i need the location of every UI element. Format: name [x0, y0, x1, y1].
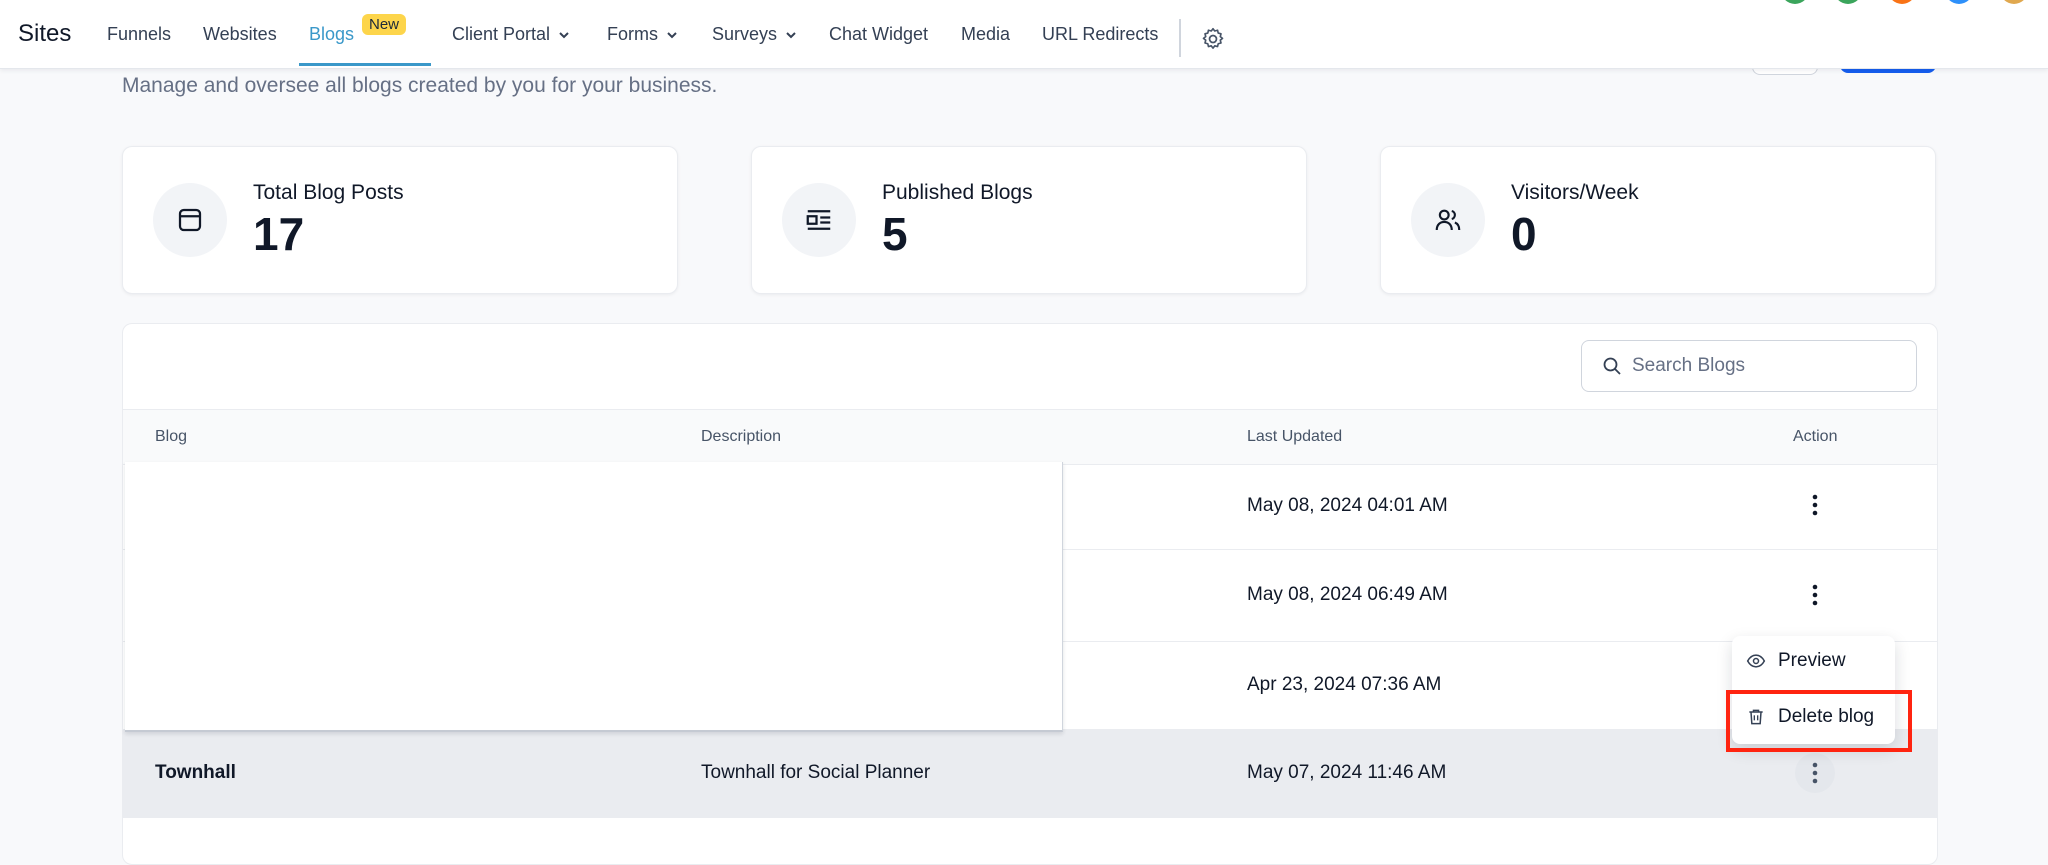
nav-surveys[interactable]: Surveys — [712, 24, 797, 45]
nav-websites[interactable]: Websites — [203, 24, 277, 45]
stat-value: 17 — [253, 208, 305, 260]
avatar[interactable] — [2000, 0, 2028, 4]
nav-media[interactable]: Media — [961, 24, 1010, 45]
stat-value: 5 — [882, 208, 908, 260]
brand-title: Sites — [18, 20, 72, 47]
stat-card-total-posts: Total Blog Posts 17 — [122, 146, 678, 294]
stat-icon-wrap — [1411, 183, 1485, 257]
users-icon — [1435, 209, 1461, 231]
column-header-description[interactable]: Description — [701, 428, 781, 446]
column-header-action: Action — [1793, 428, 1838, 445]
more-vertical-icon[interactable] — [1795, 575, 1835, 615]
eye-icon — [1746, 654, 1766, 668]
chevron-down-icon — [559, 31, 569, 38]
calendar-icon — [178, 208, 202, 232]
last-updated-cell: May 08, 2024 06:49 AM — [1247, 584, 1448, 605]
newspaper-icon — [806, 210, 831, 230]
stat-label: Published Blogs — [882, 181, 1033, 204]
last-updated-cell: Apr 23, 2024 07:36 AM — [1247, 674, 1442, 695]
last-updated-cell: May 08, 2024 04:01 AM — [1247, 495, 1448, 516]
nav-funnels-label: Funnels — [107, 24, 172, 44]
column-header-last-updated[interactable]: Last Updated — [1247, 428, 1342, 446]
blog-name-cell[interactable]: Townhall — [155, 762, 236, 784]
column-header-blog[interactable]: Blog — [155, 428, 187, 446]
nav-forms[interactable]: Forms — [607, 24, 678, 45]
avatar[interactable] — [1781, 0, 1809, 4]
nav-websites-label: Websites — [203, 24, 277, 44]
blogs-table-card: Blog Description Last Updated Action May… — [122, 323, 1938, 865]
gear-icon[interactable] — [1200, 26, 1226, 52]
search-icon — [1603, 357, 1621, 375]
nav-blogs[interactable]: Blogs — [309, 24, 354, 45]
more-vertical-icon[interactable] — [1795, 753, 1835, 793]
stat-label: Visitors/Week — [1511, 181, 1639, 204]
menu-item-preview-label: Preview — [1778, 650, 1846, 671]
chevron-down-icon — [667, 31, 677, 38]
table-row[interactable]: Townhall Townhall for Social Planner May… — [123, 729, 1937, 818]
nav-divider — [1179, 19, 1181, 57]
stat-icon-wrap — [782, 183, 856, 257]
nav-media-label: Media — [961, 24, 1011, 44]
nav-url-redirects[interactable]: URL Redirects — [1042, 24, 1158, 45]
stat-icon-wrap — [153, 183, 227, 257]
nav-chat-widget[interactable]: Chat Widget — [829, 24, 928, 45]
last-updated-cell: May 07, 2024 11:46 AM — [1247, 762, 1447, 783]
nav-url-redirects-label: URL Redirects — [1042, 24, 1159, 44]
nav-chat-widget-label: Chat Widget — [829, 24, 929, 44]
avatar[interactable] — [1945, 0, 1973, 4]
nav-client-portal[interactable]: Client Portal — [452, 24, 570, 45]
stat-value: 0 — [1511, 208, 1537, 260]
stat-card-visitors: Visitors/Week 0 — [1380, 146, 1936, 294]
search-input[interactable] — [1630, 354, 1894, 378]
nav-client-portal-label: Client Portal — [452, 24, 551, 44]
avatar[interactable] — [1888, 0, 1916, 4]
top-navigation: Sites Funnels Websites Blogs New Client … — [0, 0, 2048, 69]
page-subtitle: Manage and oversee all blogs created by … — [122, 74, 718, 97]
table-header: Blog Description Last Updated Action — [123, 409, 1937, 465]
nav-blogs-label: Blogs — [309, 24, 355, 44]
avatar[interactable] — [1834, 0, 1862, 4]
chevron-down-icon — [786, 31, 796, 38]
menu-item-preview[interactable]: Preview — [1746, 650, 1846, 672]
active-tab-underline — [299, 63, 431, 66]
new-badge: New — [362, 14, 407, 35]
nav-funnels[interactable]: Funnels — [107, 24, 171, 45]
stat-label: Total Blog Posts — [253, 181, 404, 204]
stat-card-published: Published Blogs 5 — [751, 146, 1307, 294]
more-vertical-icon[interactable] — [1795, 485, 1835, 525]
nav-forms-label: Forms — [607, 24, 658, 44]
nav-surveys-label: Surveys — [712, 24, 778, 44]
description-cell: Townhall for Social Planner — [701, 762, 931, 783]
search-box[interactable] — [1581, 340, 1917, 392]
delete-highlight-box — [1726, 690, 1912, 752]
loading-overlay-panel — [125, 462, 1063, 732]
